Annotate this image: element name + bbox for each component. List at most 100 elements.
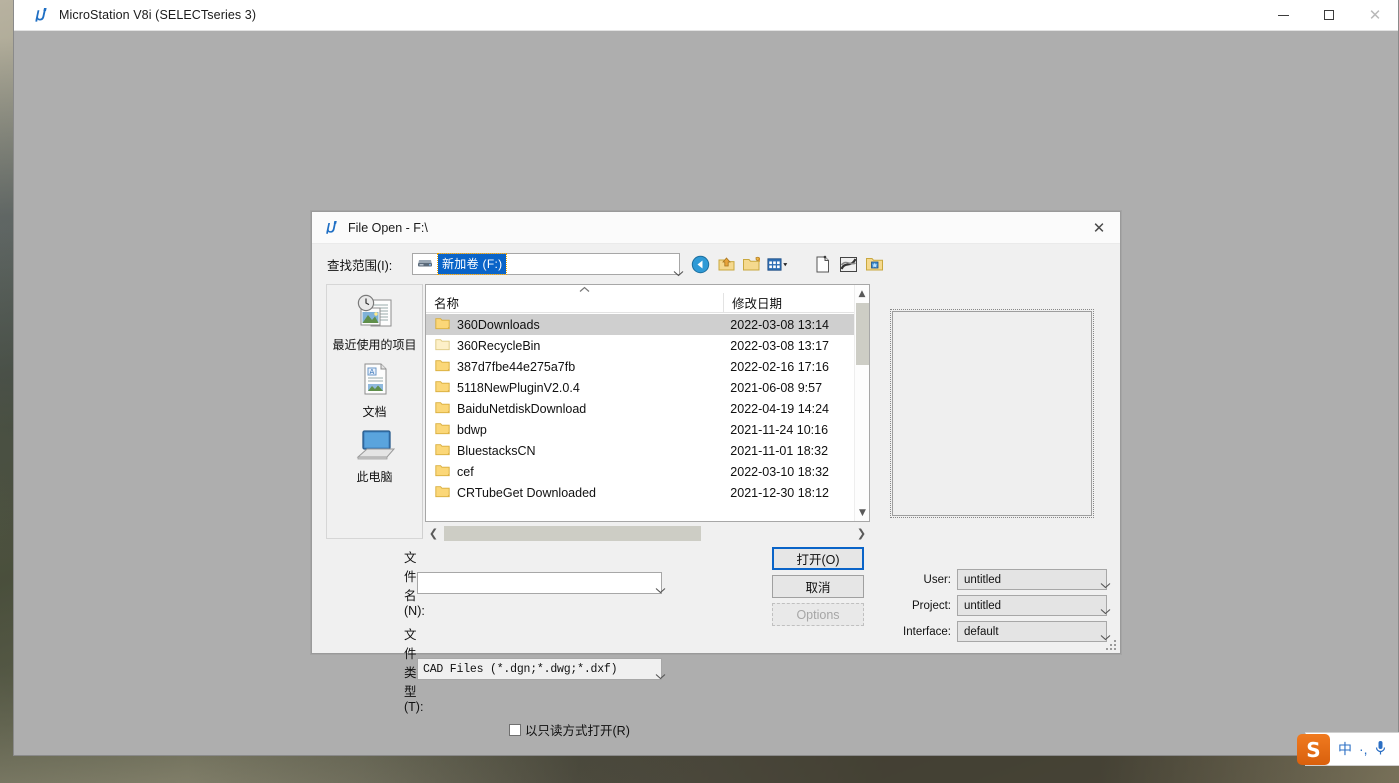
file-list-header: 名称 修改日期 (426, 293, 869, 313)
close-button[interactable]: ✕ (1352, 0, 1398, 31)
file-name-cell: 387d7fbe44e275a7fb (426, 359, 722, 375)
cancel-button[interactable]: 取消 (772, 575, 864, 598)
table-row[interactable]: 360RecycleBin 2022-03-08 13:17 (426, 335, 854, 356)
file-name-cell: BaiduNetdiskDownload (426, 401, 722, 417)
dialog-close-button[interactable]: ✕ (1078, 212, 1120, 243)
resize-grip[interactable] (1104, 637, 1118, 651)
file-date-text: 2021-11-24 10:16 (722, 423, 854, 437)
dialog-title: File Open - F:\ (348, 221, 428, 235)
new-file-icon[interactable] (811, 254, 833, 275)
cad-tools-icon[interactable] (837, 254, 859, 275)
file-list-horizontal-scrollbar[interactable]: ❮ ❯ (425, 525, 870, 542)
table-row[interactable]: Dialogs 2022-03-10 18:32 (426, 503, 854, 507)
table-row[interactable]: BaiduNetdiskDownload 2022-04-19 14:24 (426, 398, 854, 419)
look-in-row: 查找范围(I): 新加卷 (F:) (312, 250, 1120, 278)
app-titlebar[interactable]: MicroStation V8i (SELECTseries 3) ✕ (14, 0, 1398, 31)
places-bar: 最近使用的项目 A (326, 284, 423, 539)
back-icon[interactable] (689, 254, 711, 275)
folder-icon (435, 317, 450, 333)
settings-fields: User: untitled Project: untitled (892, 569, 1107, 647)
file-date-text: 2021-11-01 18:32 (722, 444, 854, 458)
new-folder-icon[interactable] (741, 254, 763, 275)
file-list-vertical-scrollbar[interactable]: ▲ ▼ (854, 285, 869, 521)
file-name-cell: 360Downloads (426, 317, 722, 333)
drive-icon (417, 255, 433, 273)
microstation-logo-icon (324, 220, 339, 235)
table-row[interactable]: BluestacksCN 2021-11-01 18:32 (426, 440, 854, 461)
table-row[interactable]: cef 2022-03-10 18:32 (426, 461, 854, 482)
place-label: 此电脑 (356, 470, 392, 484)
dialog-body: 查找范围(I): 新加卷 (F:) (312, 244, 1120, 653)
file-date-text: 2022-03-10 18:32 (722, 507, 854, 508)
folder-icon (435, 464, 450, 480)
app-title: MicroStation V8i (SELECTseries 3) (59, 8, 256, 22)
column-header-date[interactable]: 修改日期 (723, 293, 855, 312)
sogou-logo-icon[interactable]: S (1297, 734, 1330, 765)
look-in-combobox[interactable]: 新加卷 (F:) (412, 253, 680, 275)
filetype-combobox[interactable]: CAD Files (*.dgn;*.dwg;*.dxf) (417, 658, 662, 680)
scroll-right-icon[interactable]: ❯ (853, 525, 870, 542)
readonly-checkbox[interactable] (509, 724, 521, 736)
interface-value: default (964, 626, 999, 638)
ime-voice-icon[interactable] (1375, 740, 1386, 759)
place-documents[interactable]: A 文档 (327, 352, 422, 419)
dialog-actions: 打开(O) 取消 Options (772, 547, 864, 631)
table-row[interactable]: bdwp 2021-11-24 10:16 (426, 419, 854, 440)
file-name-text: Dialogs (457, 507, 499, 508)
sogou-ime-toolbar[interactable]: S 中 ·, (1305, 732, 1399, 766)
open-button[interactable]: 打开(O) (772, 547, 864, 570)
views-icon[interactable] (767, 254, 789, 275)
minimize-button[interactable] (1260, 0, 1306, 31)
table-row[interactable]: 5118NewPluginV2.0.4 2021-06-08 9:57 (426, 377, 854, 398)
file-name-cell: bdwp (426, 422, 722, 438)
preview-pane (892, 311, 1092, 516)
folder-favorites-icon[interactable] (863, 254, 885, 275)
ime-mode-chinese[interactable]: 中 (1338, 739, 1352, 759)
user-value: untitled (964, 574, 1001, 586)
file-name-text: cef (457, 465, 474, 479)
dialog-titlebar[interactable]: File Open - F:\ ✕ (312, 212, 1120, 244)
microstation-main-window: MicroStation V8i (SELECTseries 3) ✕ File… (13, 0, 1399, 756)
filename-input[interactable] (417, 572, 662, 594)
place-this-pc[interactable]: 此电脑 (327, 419, 422, 484)
this-pc-icon (354, 428, 396, 467)
table-row[interactable]: 360Downloads 2022-03-08 13:14 (426, 314, 854, 335)
file-date-text: 2022-03-08 13:14 (722, 318, 854, 332)
place-label: 文档 (362, 405, 386, 419)
folder-icon (435, 359, 450, 375)
interface-combobox[interactable]: default (957, 621, 1107, 642)
user-combobox[interactable]: untitled (957, 569, 1107, 590)
file-list-rows: 360Downloads 2022-03-08 13:14 360Recycle… (426, 314, 854, 507)
file-open-dialog: File Open - F:\ ✕ 查找范围(I): (311, 211, 1121, 654)
look-in-label: 查找范围(I): (327, 255, 405, 274)
scroll-down-icon[interactable]: ▼ (855, 504, 870, 521)
project-combobox[interactable]: untitled (957, 595, 1107, 616)
scroll-up-icon[interactable]: ▲ (855, 285, 869, 302)
table-row[interactable]: 387d7fbe44e275a7fb 2022-02-16 17:16 (426, 356, 854, 377)
interface-label: Interface: (903, 626, 951, 638)
file-date-text: 2021-12-30 18:12 (722, 486, 854, 500)
file-list[interactable]: 名称 修改日期 360Downloads 2022-03-08 13:14 36… (425, 284, 870, 522)
file-name-cell: 5118NewPluginV2.0.4 (426, 380, 722, 396)
interface-row: Interface: default (892, 621, 1107, 642)
project-value: untitled (964, 600, 1001, 612)
table-row[interactable]: CRTubeGet Downloaded 2021-12-30 18:12 (426, 482, 854, 503)
svg-text:A: A (369, 368, 374, 376)
maximize-button[interactable] (1306, 0, 1352, 31)
file-date-text: 2022-04-19 14:24 (722, 402, 854, 416)
place-recent-items[interactable]: 最近使用的项目 (327, 285, 422, 352)
scroll-left-icon[interactable]: ❮ (425, 525, 442, 542)
file-date-text: 2022-03-10 18:32 (722, 465, 854, 479)
file-date-text: 2021-06-08 9:57 (722, 381, 854, 395)
microstation-logo-icon (33, 7, 49, 23)
ime-punctuation-icon[interactable]: ·, (1359, 741, 1368, 757)
scrollbar-thumb[interactable] (856, 303, 869, 365)
file-date-text: 2022-02-16 17:16 (722, 360, 854, 374)
file-name-cell: CRTubeGet Downloaded (426, 485, 722, 501)
scrollbar-thumb[interactable] (444, 526, 701, 541)
column-header-name[interactable]: 名称 (426, 293, 723, 312)
readonly-checkbox-row[interactable]: 以只读方式打开(R) (509, 720, 1120, 739)
up-folder-icon[interactable] (715, 254, 737, 275)
folder-icon (435, 443, 450, 459)
file-name-cell: BluestacksCN (426, 443, 722, 459)
